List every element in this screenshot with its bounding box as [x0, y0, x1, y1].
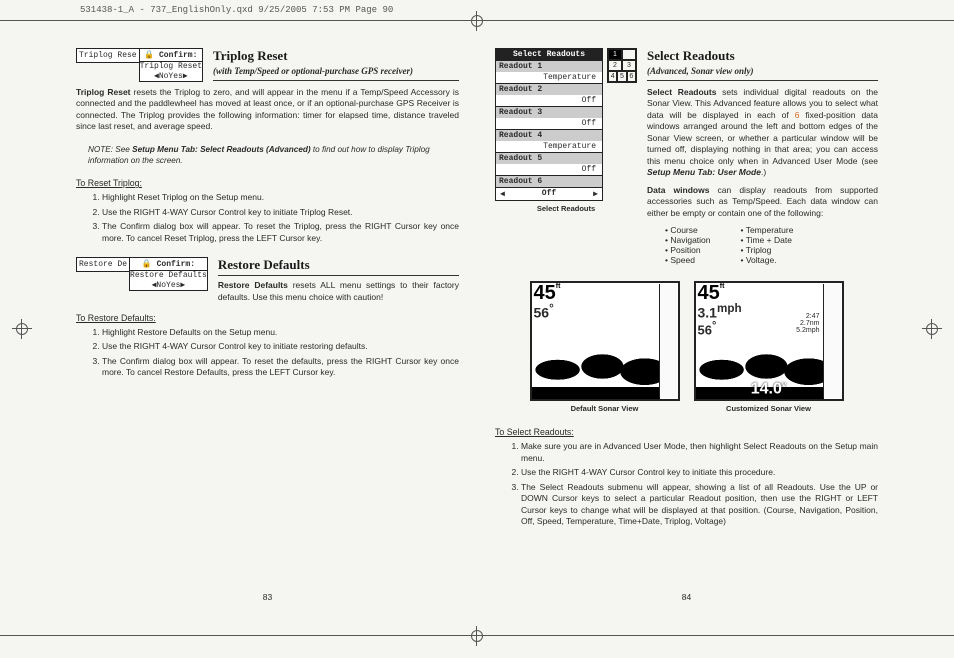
sr-step-2: Use the RIGHT 4-WAY Cursor Control key t…: [521, 467, 878, 478]
restore-header-row: Restore De 🔒 Confirm: Restore Defaults ◀…: [76, 257, 459, 309]
triplog-strip: Triplog Rese: [76, 48, 140, 63]
readout-position-grid: 1 23 456: [607, 48, 637, 83]
restore-step-2: Use the RIGHT 4-WAY Cursor Control key t…: [102, 341, 459, 352]
triplog-step-1: Highlight Reset Triplog on the Setup men…: [102, 192, 459, 203]
default-sonar-caption: Default Sonar View: [530, 404, 680, 413]
restore-strip: Restore De: [76, 257, 130, 272]
select-readouts-sub: (Advanced, Sonar view only): [647, 66, 878, 81]
page-number-left: 83: [76, 584, 459, 602]
select-readouts-p1: Select Readouts sets individual digital …: [647, 87, 878, 179]
triplog-step-3: The Confirm dialog box will appear. To r…: [102, 221, 459, 244]
triplog-heading: Triplog Reset: [213, 48, 459, 64]
triplog-confirm-dialog: 🔒 Confirm: Triplog Reset ◀NoYes▶: [139, 48, 203, 82]
registration-mark-left: [12, 319, 32, 339]
restore-body-lead: Restore Defaults: [218, 280, 288, 290]
default-sonar-view: 45ft 56°: [530, 281, 680, 401]
registration-mark-top: [467, 11, 487, 31]
sr-step-1: Make sure you are in Advanced User Mode,…: [521, 441, 878, 464]
restore-step-3: The Confirm dialog box will appear. To r…: [102, 356, 459, 379]
select-readouts-caption: Select Readouts: [495, 204, 637, 213]
registration-mark-right: [922, 319, 942, 339]
restore-steps-title: To Restore Defaults:: [76, 313, 459, 323]
restore-heading: Restore Defaults: [218, 257, 459, 273]
select-readouts-top: Select Readouts Readout 1Temperature Rea…: [495, 48, 878, 273]
triplog-sub: (with Temp/Speed or optional-purchase GP…: [213, 66, 459, 81]
custom-sonar-view: 45ft 3.1mph 56° 2:472.7nm5.2mph 14.0v: [694, 281, 844, 401]
page-spread: Triplog Rese 🔒 Confirm: Triplog Reset ◀N…: [76, 48, 878, 602]
triplog-header-row: Triplog Rese 🔒 Confirm: Triplog Reset ◀N…: [76, 48, 459, 87]
sonar-screenshots: 45ft 56° Default Sonar View 45ft 3.1mph …: [495, 281, 878, 413]
triplog-step-2: Use the RIGHT 4-WAY Cursor Control key t…: [102, 207, 459, 218]
select-readouts-heading: Select Readouts: [647, 48, 878, 64]
page-left: Triplog Rese 🔒 Confirm: Triplog Reset ◀N…: [76, 48, 459, 602]
triplog-steps-title: To Reset Triplog:: [76, 178, 459, 188]
restore-step-1: Highlight Restore Defaults on the Setup …: [102, 327, 459, 338]
restore-steps: Highlight Restore Defaults on the Setup …: [102, 327, 459, 382]
readout-options: CourseNavigationPositionSpeedTemperature…: [665, 225, 878, 265]
page-right: Select Readouts Readout 1Temperature Rea…: [495, 48, 878, 602]
sr-step-3: The Select Readouts submenu will appear,…: [521, 482, 878, 528]
custom-sonar-caption: Customized Sonar View: [694, 404, 844, 413]
triplog-body: Triplog Reset Triplog Reset resets the T…: [76, 87, 459, 133]
registration-mark-bottom: [467, 626, 487, 646]
select-readouts-steps: Make sure you are in Advanced User Mode,…: [521, 441, 878, 530]
page-number-right: 84: [495, 584, 878, 602]
triplog-note: NOTE: See Setup Menu Tab: Select Readout…: [88, 145, 459, 166]
select-readouts-p2: Data windows can display readouts from s…: [647, 185, 878, 219]
restore-confirm-dialog: 🔒 Confirm: Restore Defaults ◀NoYes▶: [129, 257, 208, 291]
select-readouts-menu: Select Readouts Readout 1Temperature Rea…: [495, 48, 603, 201]
select-readouts-steps-title: To Select Readouts:: [495, 427, 878, 437]
header-slug: 531438-1_A - 737_EnglishOnly.qxd 9/25/20…: [80, 5, 393, 15]
triplog-steps: Highlight Reset Triplog on the Setup men…: [102, 192, 459, 247]
